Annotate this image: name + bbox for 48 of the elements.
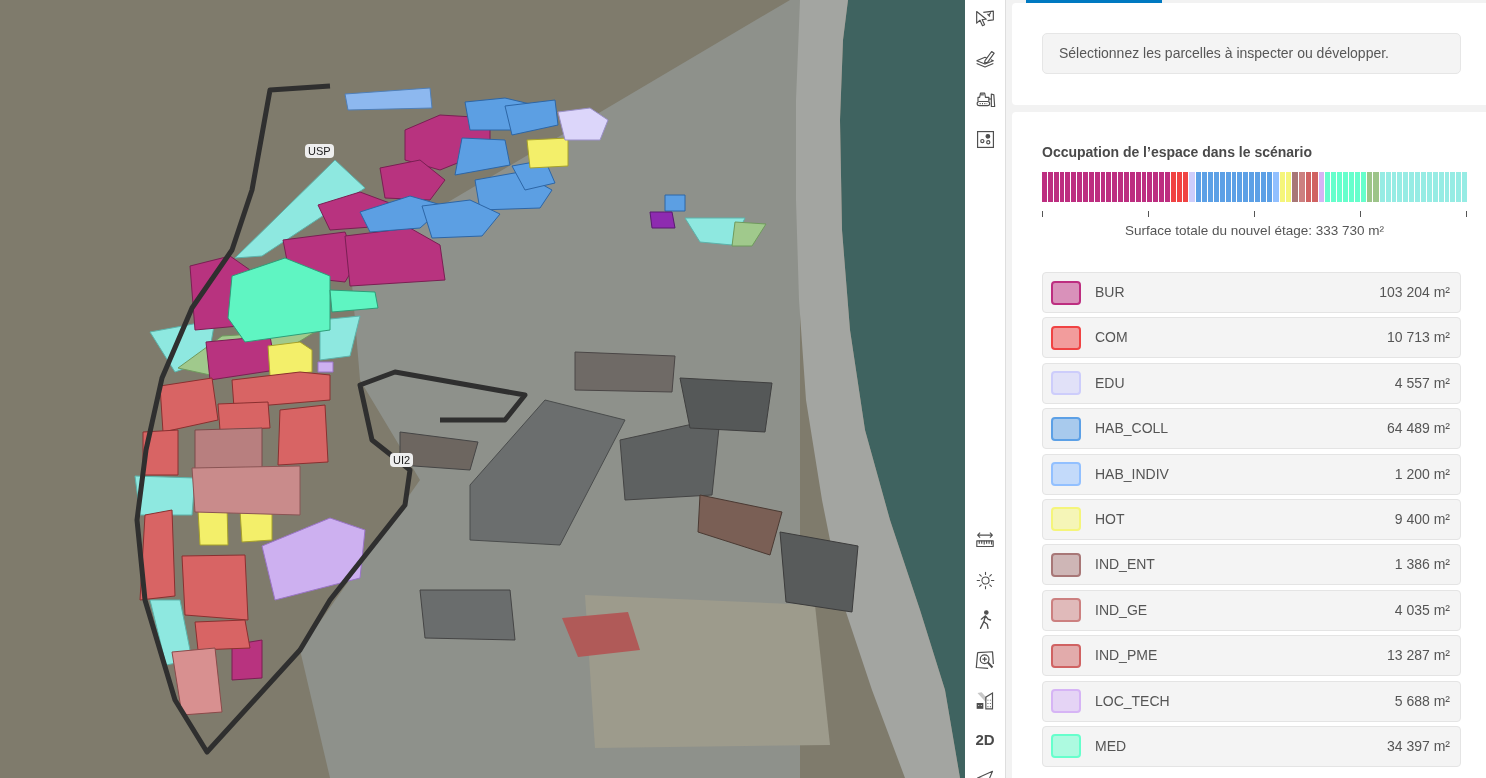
- selection-hint: Sélectionnez les parcelles à inspecter ou développer.: [1042, 33, 1461, 74]
- category-label: MED: [1095, 736, 1127, 756]
- map-label: USP: [305, 144, 334, 158]
- category-label: EDU: [1095, 373, 1125, 393]
- parcel-area: [319, 315, 361, 361]
- building-block: [557, 107, 609, 141]
- category-label: BUR: [1095, 283, 1125, 302]
- category-label: HAB_INDIV: [1095, 464, 1169, 484]
- area-value: 5 688 m²: [1394, 691, 1450, 711]
- buildings-icon[interactable]: [975, 689, 995, 711]
- category-label: LOC_TECH: [1095, 691, 1170, 711]
- building-block: [664, 194, 686, 212]
- area-value: 13 287 m²: [1386, 646, 1450, 666]
- area-value: 10 713 m²: [1386, 328, 1450, 348]
- category-label: HOT: [1095, 509, 1125, 529]
- axis-tick: [1360, 211, 1361, 217]
- total-area-text: Surface totale du nouvel étage: 333 730 m²: [1125, 222, 1384, 240]
- building-block: [504, 99, 559, 136]
- category-label: IND_ENT: [1095, 555, 1155, 575]
- cursor-map-icon[interactable]: [975, 9, 995, 29]
- axis-tick: [1254, 211, 1255, 217]
- building-block: [379, 159, 446, 201]
- view-mode-button[interactable]: 2D: [974, 729, 996, 749]
- map-magnifier-icon[interactable]: [974, 649, 996, 671]
- building-block: [526, 137, 569, 169]
- category-label: COM: [1095, 328, 1128, 348]
- area-value: 1 200 m²: [1394, 464, 1450, 484]
- area-value: 64 489 m²: [1386, 419, 1450, 439]
- area-value: 4 035 m²: [1394, 600, 1450, 620]
- layers-pencil-icon[interactable]: [975, 49, 995, 69]
- category-label: IND_GE: [1095, 600, 1148, 620]
- area-value: 1 386 m²: [1394, 555, 1450, 575]
- axis-tick: [1148, 211, 1149, 217]
- category-label: IND_PME: [1095, 646, 1158, 666]
- aerial-photo-placeholder[interactable]: USP UI2: [0, 0, 965, 778]
- area-value: 4 557 m²: [1394, 373, 1450, 393]
- ruler-arrows-icon[interactable]: [975, 531, 995, 549]
- axis-tick: [1466, 211, 1467, 217]
- usage-card-title: Occupation de l’espace dans le scénario: [1042, 143, 1313, 161]
- axis-tick: [1042, 211, 1043, 217]
- dots-square-icon[interactable]: [975, 129, 995, 149]
- area-value: 103 204 m²: [1379, 283, 1450, 302]
- building-block: [649, 211, 676, 229]
- map-label: UI2: [390, 453, 414, 467]
- category-label: HAB_COLL: [1095, 419, 1169, 439]
- sun-icon[interactable]: [975, 570, 995, 590]
- area-value: 34 397 m²: [1386, 736, 1450, 756]
- area-value: 9 400 m²: [1394, 509, 1450, 529]
